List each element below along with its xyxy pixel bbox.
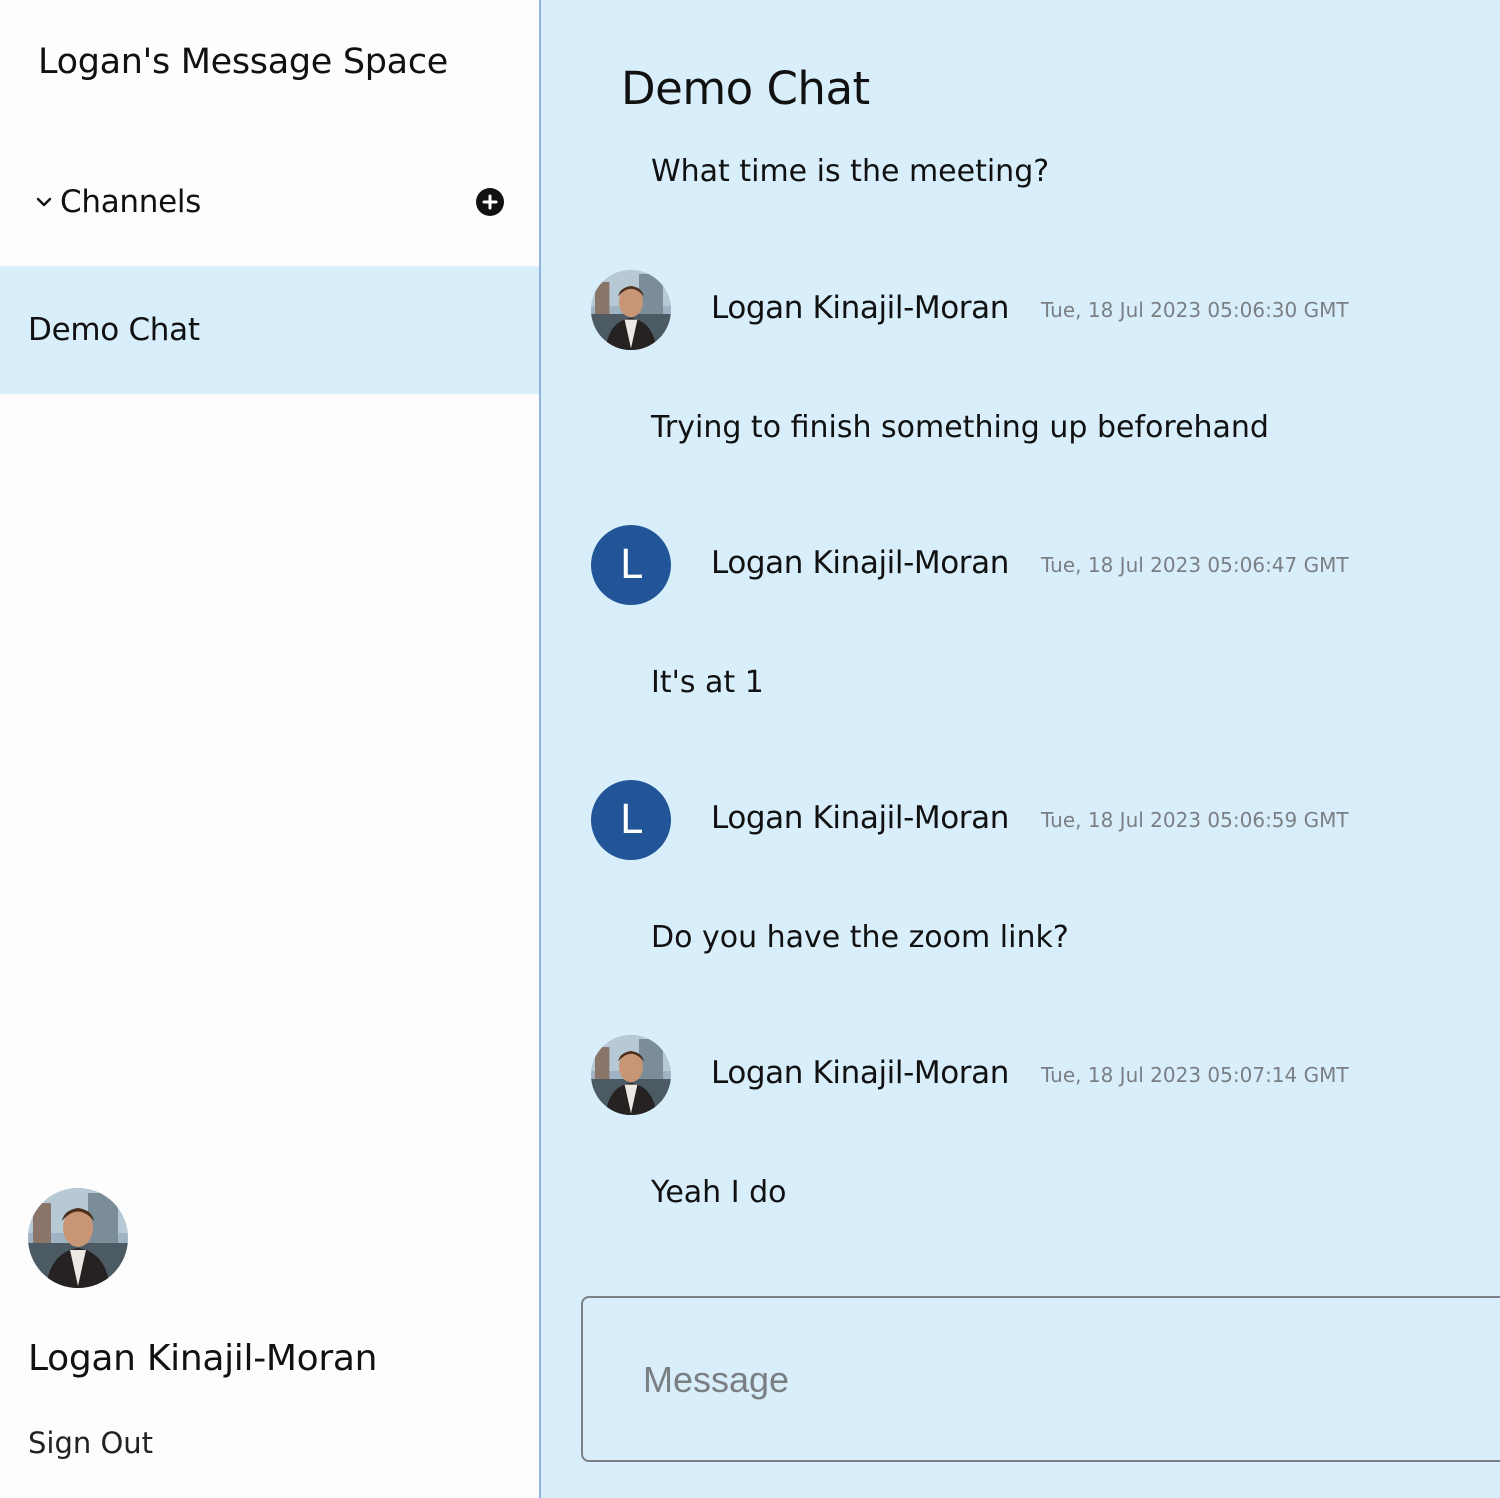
avatar: L — [591, 780, 671, 860]
channels-header[interactable]: Channels — [34, 178, 504, 226]
message-composer[interactable] — [581, 1296, 1500, 1462]
message-timestamp: Tue, 18 Jul 2023 05:06:59 GMT — [1041, 808, 1349, 832]
channels-label: Channels — [60, 184, 202, 220]
page-title: Demo Chat — [621, 62, 870, 115]
avatar — [28, 1188, 128, 1288]
message-author: Logan Kinajil-Moran — [711, 290, 1009, 326]
message-item: L Logan Kinajil-Moran Tue, 18 Jul 2023 0… — [591, 780, 1471, 1020]
avatar: L — [591, 525, 671, 605]
workspace-title: Logan's Message Space — [38, 42, 449, 82]
message-list[interactable]: What time is the meeting? Logan Kinajil-… — [541, 152, 1500, 1272]
message-text: Trying to finish something up beforehand — [651, 410, 1269, 445]
message-author: Logan Kinajil-Moran — [711, 545, 1009, 581]
sign-out-link[interactable]: Sign Out — [28, 1426, 153, 1460]
message-text: What time is the meeting? — [651, 154, 1050, 189]
add-channel-icon[interactable] — [476, 188, 504, 216]
message-item: Logan Kinajil-Moran Tue, 18 Jul 2023 05:… — [591, 1035, 1471, 1272]
sidebar-item-label: Demo Chat — [28, 312, 200, 348]
message-author: Logan Kinajil-Moran — [711, 1055, 1009, 1091]
message-input[interactable] — [643, 1350, 1443, 1410]
user-name: Logan Kinajil-Moran — [28, 1338, 378, 1379]
message-item: Logan Kinajil-Moran Tue, 18 Jul 2023 05:… — [591, 270, 1471, 510]
message-text: It's at 1 — [651, 665, 764, 700]
message-timestamp: Tue, 18 Jul 2023 05:06:47 GMT — [1041, 553, 1349, 577]
avatar — [591, 1035, 671, 1115]
sidebar: Logan's Message Space Channels Demo Chat — [0, 0, 539, 1498]
message-timestamp: Tue, 18 Jul 2023 05:07:14 GMT — [1041, 1063, 1349, 1087]
chat-panel: Demo Chat What time is the meeting? Loga… — [541, 0, 1500, 1498]
message-text: Yeah I do — [651, 1175, 787, 1210]
message-author: Logan Kinajil-Moran — [711, 800, 1009, 836]
app-window: Logan's Message Space Channels Demo Chat — [0, 0, 1500, 1498]
message-item: L Logan Kinajil-Moran Tue, 18 Jul 2023 0… — [591, 525, 1471, 765]
sidebar-item-demo-chat[interactable]: Demo Chat — [0, 266, 539, 394]
message-timestamp: Tue, 18 Jul 2023 05:06:30 GMT — [1041, 298, 1349, 322]
avatar — [591, 270, 671, 350]
message-text: Do you have the zoom link? — [651, 920, 1069, 955]
chevron-down-icon[interactable] — [34, 192, 54, 212]
